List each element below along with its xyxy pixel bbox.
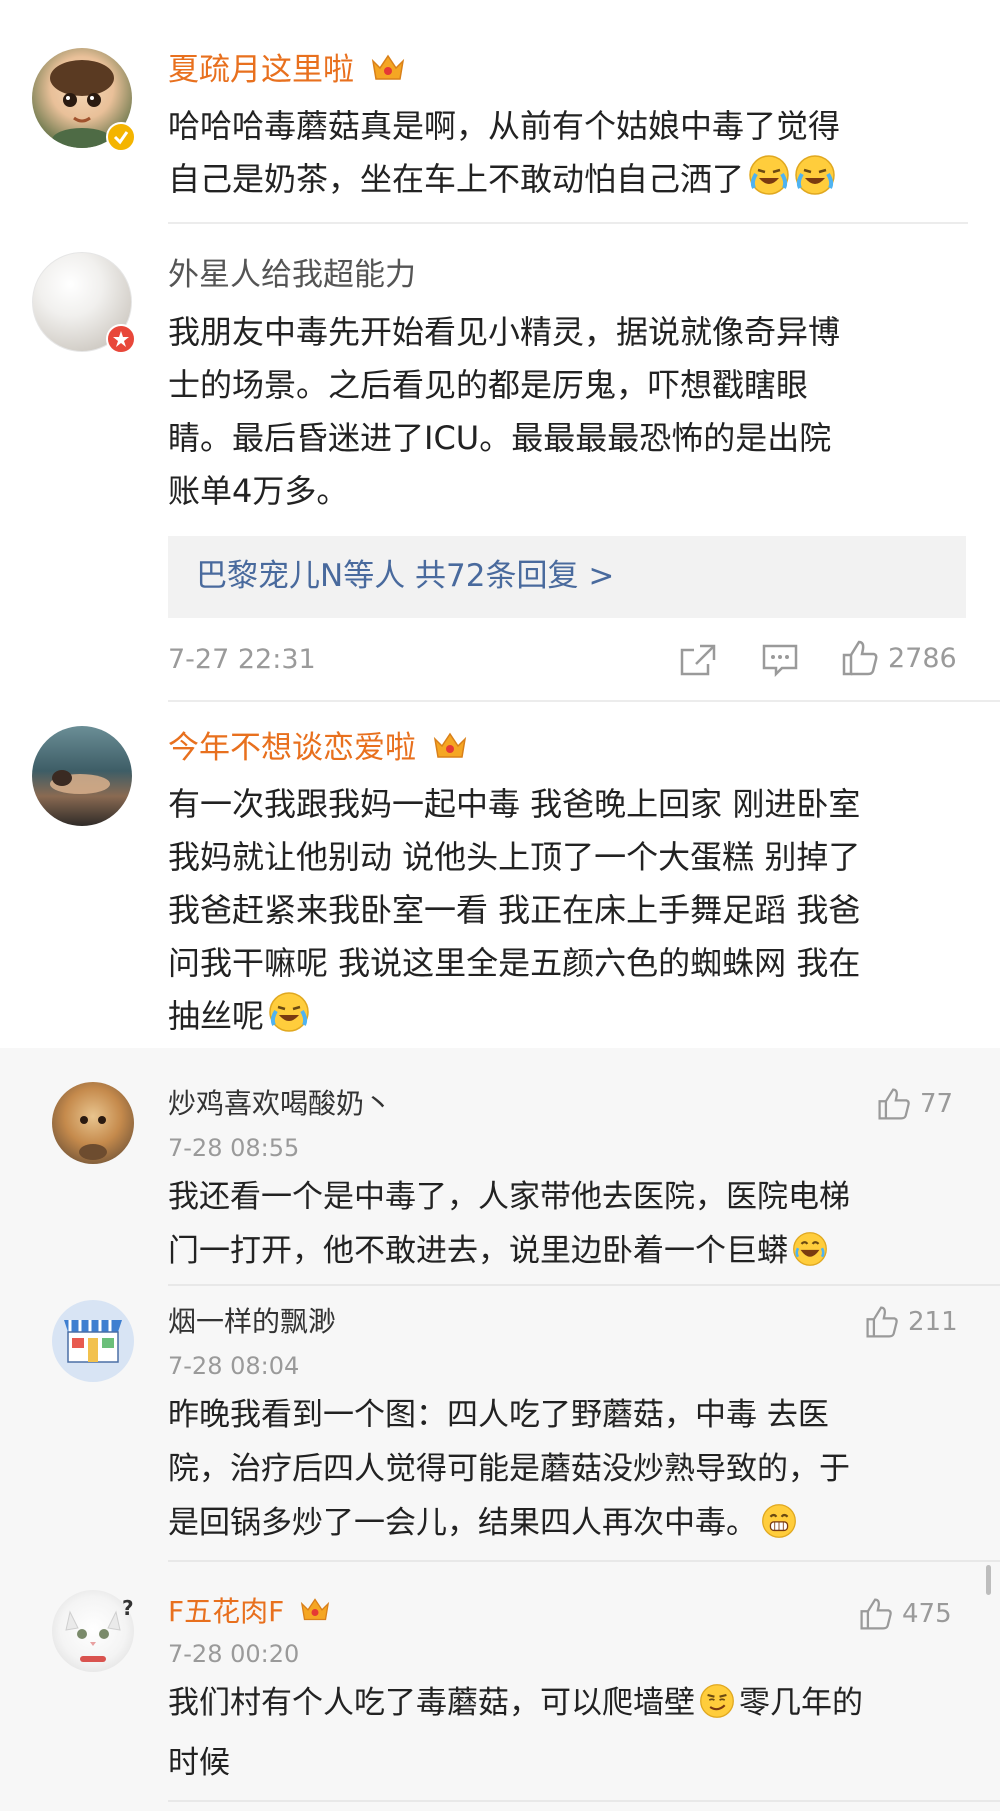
- avatar-photo: [50, 770, 110, 794]
- smug-emoji-icon: [699, 1682, 735, 1736]
- divider: [168, 1800, 1000, 1802]
- like-button[interactable]: 475: [858, 1596, 952, 1632]
- like-button[interactable]: 211: [864, 1304, 958, 1340]
- laugh-emoji-icon: [792, 1230, 828, 1284]
- comment-text: 有一次我跟我妈一起中毒 我爸晚上回家 刚进卧室 我妈就让他别动 说他头上顶了一个…: [168, 778, 860, 1049]
- view-replies-link[interactable]: 巴黎宠儿N等人 共72条回复 >: [196, 556, 614, 596]
- comment-line: 时候: [168, 1745, 230, 1781]
- vip-crown-icon: [299, 1595, 331, 1632]
- comment-text: 昨晚我看到一个图：四人吃了野蘑菇，中毒 去医 院，治疗后四人觉得可能是蘑菇没炒熟…: [168, 1388, 850, 1556]
- reply-summary-box[interactable]: 巴黎宠儿N等人 共72条回复 >: [168, 536, 966, 618]
- comment-time: 7-28 00:20: [168, 1640, 300, 1668]
- comment-text: 我还看一个是中毒了，人家带他去医院，医院电梯 门一打开，他不敢进去，说里边卧着一…: [168, 1170, 850, 1284]
- comment-text: 哈哈哈毒蘑菇真是啊，从前有个姑娘中毒了觉得 自己是奶茶，坐在车上不敢动怕自己洒了: [168, 100, 840, 212]
- comment-feed: { "comments": [ { "user": "夏疏月这里啦", "lin…: [0, 0, 1000, 1811]
- comment-text: 我们村有个人吃了毒蘑菇，可以爬墙壁 零几年的 时候: [168, 1676, 863, 1790]
- avatar-photo: [79, 1116, 107, 1160]
- avatar[interactable]: [52, 1300, 134, 1382]
- thumbs-up-icon: [866, 1306, 898, 1338]
- laugh-cry-emoji-icon: [748, 154, 790, 212]
- like-button[interactable]: 2786: [840, 638, 957, 678]
- laugh-cry-emoji-icon: [268, 991, 310, 1049]
- divider: [168, 222, 968, 224]
- username[interactable]: 今年不想谈恋爱啦: [168, 728, 468, 771]
- username[interactable]: 外星人给我超能力: [168, 255, 416, 295]
- username[interactable]: 夏疏月这里啦: [168, 50, 406, 93]
- comment-line: 我们村有个人吃了毒蘑菇，可以爬墙壁: [168, 1685, 695, 1721]
- comment-time: 7-27 22:31: [168, 644, 316, 675]
- comment-line: 昨晚我看到一个图：四人吃了野蘑菇，中毒 去医: [168, 1397, 829, 1433]
- username-text[interactable]: 夏疏月这里啦: [168, 52, 354, 88]
- comment-line: 我爸赶紧来我卧室一看 我正在床上手舞足蹈 我爸: [168, 891, 861, 929]
- comment-line: 士的场景。之后看见的都是厉鬼，吓想戳瞎眼: [168, 366, 809, 404]
- avatar[interactable]: [52, 1082, 134, 1164]
- vip-crown-icon: [432, 729, 468, 771]
- like-count: 77: [920, 1089, 954, 1119]
- username-text[interactable]: 今年不想谈恋爱啦: [168, 730, 416, 766]
- comment-line: 哈哈哈毒蘑菇真是啊，从前有个姑娘中毒了觉得: [168, 107, 841, 145]
- comment-time: 7-28 08:04: [168, 1352, 300, 1380]
- thumbs-up-icon: [878, 1088, 910, 1120]
- like-count: 475: [902, 1599, 952, 1629]
- thumbs-up-icon: [842, 640, 878, 676]
- share-icon[interactable]: [678, 642, 718, 682]
- like-button[interactable]: 77: [876, 1086, 953, 1122]
- scrollbar[interactable]: [986, 1565, 991, 1595]
- like-count: 211: [908, 1307, 958, 1337]
- divider: [168, 1284, 1000, 1286]
- username[interactable]: F五花肉F: [168, 1594, 331, 1632]
- vip-crown-icon: [370, 51, 406, 93]
- comment-text: 我朋友中毒先开始看见小精灵，据说就像奇异博 士的场景。之后看见的都是厉鬼，吓想戳…: [168, 306, 840, 518]
- divider: [168, 1560, 1000, 1562]
- comment-line: 问我干嘛呢 我说这里全是五颜六色的蜘蛛网 我在: [168, 944, 861, 982]
- username[interactable]: 炒鸡喜欢喝酸奶丶: [168, 1086, 392, 1122]
- laugh-cry-emoji-icon: [794, 154, 836, 212]
- avatar[interactable]: [32, 252, 136, 354]
- verified-badge-icon: [106, 324, 136, 354]
- avatar[interactable]: [32, 48, 136, 152]
- comment-line: 我朋友中毒先开始看见小精灵，据说就像奇异博: [168, 313, 841, 351]
- divider: [168, 700, 1000, 702]
- comment-line: 抽丝呢: [168, 997, 265, 1035]
- like-count: 2786: [888, 642, 957, 674]
- avatar[interactable]: [32, 726, 132, 826]
- comment-line: 零几年的: [739, 1685, 863, 1721]
- verified-badge-icon: [106, 122, 136, 152]
- comment-line: 我妈就让他别动 说他头上顶了一个大蛋糕 别掉了: [168, 838, 861, 876]
- comment-line: 有一次我跟我妈一起中毒 我爸晚上回家 刚进卧室: [168, 785, 861, 823]
- avatar[interactable]: ?: [52, 1590, 134, 1672]
- comment-line: 是回锅多炒了一会儿，结果四人再次中毒。: [168, 1505, 757, 1541]
- comment-line: 自己是奶茶，坐在车上不敢动怕自己洒了: [168, 160, 745, 198]
- comment-line: 账单4万多。: [168, 472, 349, 510]
- question-mark-icon: ?: [122, 1596, 134, 1620]
- comment-time: 7-28 08:55: [168, 1134, 300, 1162]
- comment-line: 我还看一个是中毒了，人家带他去医院，医院电梯: [168, 1179, 850, 1215]
- comment-line: 院，治疗后四人觉得可能是蘑菇没炒熟导致的，于: [168, 1451, 850, 1487]
- comment-line: 门一打开，他不敢进去，说里边卧着一个巨蟒: [168, 1233, 788, 1269]
- username[interactable]: 烟一样的飘渺: [168, 1304, 336, 1340]
- thumbs-up-icon: [860, 1598, 892, 1630]
- comment-line: 睛。最后昏迷进了ICU。最最最最恐怖的是出院: [168, 419, 832, 457]
- grin-emoji-icon: [761, 1502, 797, 1556]
- comment-icon[interactable]: [760, 642, 800, 682]
- shop-illustration: [64, 1320, 122, 1363]
- username-text[interactable]: F五花肉F: [168, 1595, 284, 1628]
